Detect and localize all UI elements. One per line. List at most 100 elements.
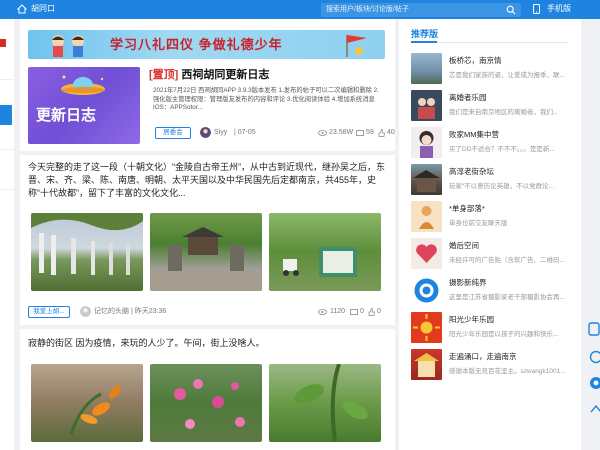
sidebar-item[interactable]: 阳光少年乐园 阳光少年乐园是以孩子的兴趣和快乐... xyxy=(411,312,576,346)
board-name[interactable]: 阳光少年乐园 xyxy=(449,315,494,325)
edit-icon[interactable] xyxy=(588,322,600,336)
single-person-icon xyxy=(419,206,434,229)
board-thumbnail xyxy=(411,312,442,343)
sidebar-heading-accent xyxy=(411,41,437,43)
sign-photo-art xyxy=(283,247,357,277)
board-button[interactable]: 居委会 xyxy=(155,127,191,139)
like-icon[interactable] xyxy=(368,308,375,316)
comment-icon[interactable] xyxy=(356,130,364,137)
post-description: 2021年7月22日 西祠胡同APP 3.9.3版本发布 1.发布的帖子可以二次… xyxy=(153,87,379,112)
post-title[interactable]: [置顶] 西祠胡同更新日志 xyxy=(149,69,269,82)
view-count: 1120 xyxy=(330,308,346,315)
top-bar: 胡同口 搜索用户/板块/讨论版/帖子 手机版 xyxy=(0,0,600,19)
post-photo[interactable] xyxy=(31,213,143,291)
author-name[interactable]: Siyy xyxy=(214,127,227,139)
board-description: 芯是我们家族的姿，让爱成为报季，联... xyxy=(449,72,565,79)
search-icon[interactable] xyxy=(506,5,516,15)
pinned-tag: [置顶] xyxy=(149,69,179,81)
sidebar-item[interactable]: 摄影新纯界 这里是江苏省摄影家老干部摄影协会再... xyxy=(411,275,576,309)
board-description: 玩家“不以意历论英雄，不以党群论... xyxy=(449,183,555,190)
app-download-icon[interactable] xyxy=(588,376,600,390)
eye-icon xyxy=(318,130,327,136)
author-name[interactable]: 记忆的头脑 xyxy=(94,306,129,318)
board-thumbnail xyxy=(411,53,442,84)
post-photo[interactable] xyxy=(31,364,143,442)
promo-banner[interactable]: 学习八礼四仪 争做礼德少年 xyxy=(28,30,385,59)
post-meta: 我爱上胡... 记忆的头脑 | 昨天23:36 1120 0 0 xyxy=(28,305,385,319)
post-date: | 07-05 xyxy=(234,129,256,136)
board-thumbnail xyxy=(411,275,442,306)
sidebar-item[interactable]: 离婚者乐园 我们是来自南京地区的离婚者，我们... xyxy=(411,90,576,124)
chat-icon[interactable] xyxy=(588,350,600,364)
board-description: 阳光少年乐园是以孩子的兴趣和快乐... xyxy=(449,331,559,338)
post-thumbnail[interactable]: 更新日志 xyxy=(28,67,140,144)
left-divider xyxy=(0,149,14,150)
post-photo[interactable] xyxy=(150,213,262,291)
board-thumbnail xyxy=(411,238,442,269)
sidebar-item[interactable]: *单身部落* 单身位前交友聊天版 xyxy=(411,201,576,235)
left-logo-fragment xyxy=(0,39,6,47)
sidebar-item[interactable]: 走遍涌口，走遍南京 感谢本版无竞百花坚主。szwangk1001... xyxy=(411,349,576,383)
sun-icon xyxy=(413,314,440,341)
board-name[interactable]: 高淳老街杂坛 xyxy=(449,167,494,177)
post-photo[interactable] xyxy=(269,364,381,442)
sidebar-item[interactable]: 高淳老街杂坛 玩家“不以意历论英雄，不以党群论... xyxy=(411,164,576,198)
board-thumbnail xyxy=(411,164,442,195)
board-name[interactable]: 离婚者乐园 xyxy=(449,93,487,103)
left-divider xyxy=(0,79,14,80)
post-photo[interactable] xyxy=(269,213,381,291)
post-excerpt[interactable]: 今天完整的走了这一段（十朝文化）“金陵自古帝王州”，从中古到近现代，继孙吴之后，… xyxy=(28,161,385,200)
thumbnail-caption: 更新日志 xyxy=(36,107,97,124)
search-input[interactable]: 搜索用户/板块/讨论版/帖子 xyxy=(321,3,521,17)
sidebar-item[interactable]: 婚后空间 未经许可的广告贴（含软广告、二维码... xyxy=(411,238,576,272)
old-street-icon xyxy=(413,170,440,192)
sidebar-heading: 推荐版 xyxy=(411,29,439,39)
like-icon[interactable] xyxy=(378,129,385,137)
flower-photo-art xyxy=(69,385,121,435)
couple-icon xyxy=(418,98,435,119)
mobile-version-label: 手机版 xyxy=(547,4,571,13)
board-thumbnail xyxy=(411,127,442,158)
left-divider xyxy=(0,189,14,190)
sidebar-item[interactable]: 板桥芯，南京情 芯是我们家族的姿，让爱成为报季，联... xyxy=(411,53,576,87)
avatar[interactable] xyxy=(80,306,91,317)
site-name-link[interactable]: 胡同口 xyxy=(31,4,55,14)
back-to-top-icon[interactable] xyxy=(588,402,600,416)
gate-tower-icon xyxy=(414,353,439,377)
heart-icon xyxy=(416,244,437,263)
board-thumbnail xyxy=(411,201,442,232)
board-description: 感谢本版无竞百花坚主。szwangk1001... xyxy=(449,368,566,375)
post-date: | 昨天23:36 xyxy=(131,308,167,315)
home-icon[interactable] xyxy=(17,4,27,14)
comment-icon[interactable] xyxy=(350,309,358,316)
board-name[interactable]: 板桥芯，南京情 xyxy=(449,56,502,66)
sidebar-item[interactable]: 败家MM集中营 买了DD不适合？不不不。。。是是新... xyxy=(411,127,576,161)
post-excerpt[interactable]: 寂静的街区 因为疫情，来玩的人少了。午间，街上没啥人。 xyxy=(28,337,385,350)
board-description: 买了DD不适合？不不不。。。是是新... xyxy=(449,146,555,153)
main-feed: 学习八礼四仪 争做礼德少年 更新日志 [置顶] 西祠胡同更新日志 2021年7月… xyxy=(20,19,395,450)
search-placeholder: 搜索用户/板块/讨论版/帖子 xyxy=(326,6,409,13)
avatar[interactable] xyxy=(200,127,211,138)
left-nav-strip xyxy=(0,19,14,450)
board-name[interactable]: *单身部落* xyxy=(449,204,485,214)
banner-slogan: 学习八礼四仪 争做礼德少年 xyxy=(110,37,283,52)
board-description: 我们是来自南京地区的离婚者，我们... xyxy=(449,109,559,116)
left-nav-active-tab[interactable] xyxy=(0,105,12,125)
board-name[interactable]: 摄影新纯界 xyxy=(449,278,487,288)
phone-icon xyxy=(533,4,540,14)
board-thumbnail xyxy=(411,90,442,121)
board-button[interactable]: 我爱上胡... xyxy=(28,306,70,318)
feed-divider xyxy=(20,151,395,155)
post-photo[interactable] xyxy=(150,364,262,442)
gate-photo-art xyxy=(31,213,143,275)
post-meta: 居委会 Siyy | 07-05 23.58W 59 40 xyxy=(155,127,395,139)
board-name[interactable]: 婚后空间 xyxy=(449,241,479,251)
flag-illustration xyxy=(346,35,367,57)
like-count: 40 xyxy=(387,129,395,136)
recommended-sidebar: 推荐版 板桥芯，南京情 芯是我们家族的姿，让爱成为报季，联... 离婚者乐园 我… xyxy=(399,19,581,450)
roses-photo-art xyxy=(174,379,245,429)
board-name[interactable]: 走遍涌口，走遍南京 xyxy=(449,352,517,362)
board-description: 这里是江苏省摄影家老干部摄影协会再... xyxy=(449,294,565,301)
board-name[interactable]: 败家MM集中营 xyxy=(449,130,499,140)
board-description: 单身位前交友聊天版 xyxy=(449,220,508,227)
